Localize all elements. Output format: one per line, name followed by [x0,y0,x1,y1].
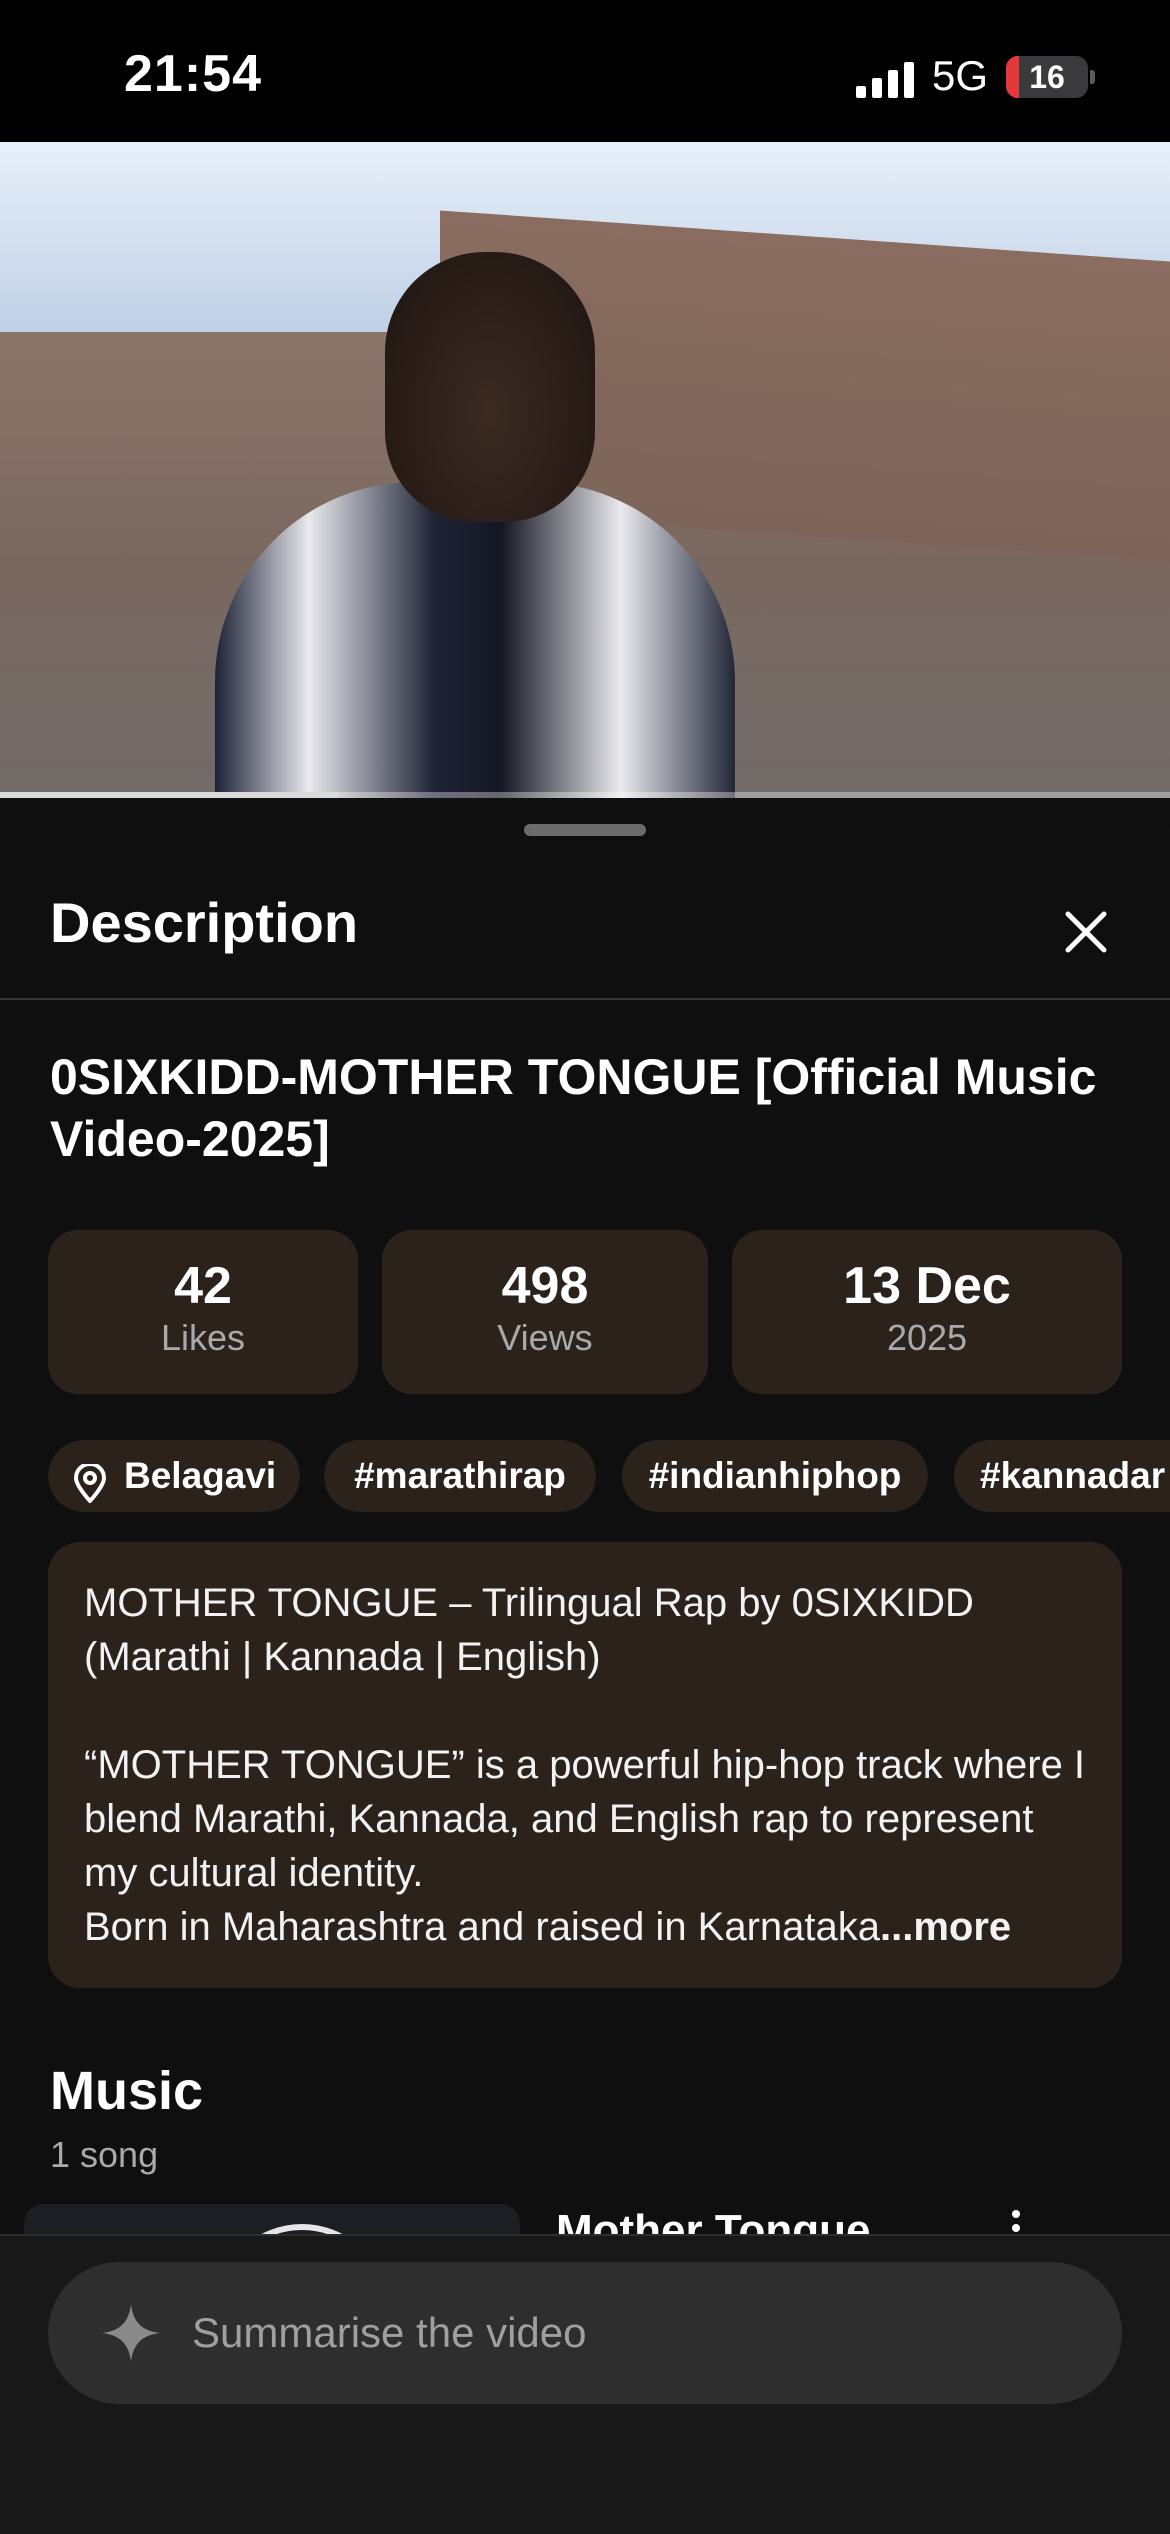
song-thumbnail[interactable] [24,2204,520,2234]
chip-hashtag-marathirap[interactable]: #marathirap [324,1440,596,1512]
chip-hashtag-indianhiphop[interactable]: #indianhiphop [622,1440,928,1512]
music-list: Mother Tongue [0,2200,1170,2234]
sheet-divider [0,998,1170,1000]
close-button[interactable] [1050,896,1122,968]
video-progress-bar[interactable] [0,792,1170,798]
battery-cap [1090,70,1095,84]
upload-year: 2025 [886,1317,968,1358]
likes-count: 42 [174,1257,232,1315]
chip-label: #indianhiphop [648,1455,902,1496]
status-time: 21:54 [124,45,262,103]
more-link[interactable]: ...more [880,1905,1011,1949]
cellular-signal-icon [856,60,916,98]
video-title: 0SIXKIDD-MOTHER TONGUE [Official Music V… [50,1049,1097,1167]
description-body: MOTHER TONGUE – Trilingual Rap by 0SIXKI… [84,1581,1086,1949]
video-player[interactable] [0,142,1170,798]
battery-icon: 16 [1006,56,1088,98]
network-type: 5G [932,52,989,99]
music-section-title: Music [50,2061,204,2121]
drag-handle[interactable] [524,824,646,836]
chip-location[interactable]: Belagavi [48,1440,300,1512]
video-progress-played [0,792,340,798]
date-stat: 13 Dec 2025 [732,1230,1122,1394]
more-options-icon[interactable] [1012,2210,1022,2234]
description-text: MOTHER TONGUE – Trilingual Rap by 0SIXKI… [84,1576,1094,1954]
chip-label: #marathirap [354,1455,566,1496]
status-bar: 21:54 5G 16 [0,0,1170,142]
sparkle-icon [100,2302,162,2369]
views-count: 498 [501,1257,589,1315]
description-box[interactable]: MOTHER TONGUE – Trilingual Rap by 0SIXKI… [48,1542,1122,1988]
chip-label: #kannadar [980,1455,1166,1496]
views-label: Views [497,1317,593,1358]
video-frame-person [215,482,735,798]
likes-stat: 42 Likes [48,1230,358,1394]
views-stat: 498 Views [382,1230,708,1394]
music-song-count: 1 song [50,2134,159,2175]
thumbnail-ring [216,2224,388,2234]
location-pin-icon [72,1456,108,1528]
chip-location-label: Belagavi [124,1455,277,1496]
upload-date: 13 Dec [843,1257,1011,1315]
song-title[interactable]: Mother Tongue [556,2206,870,2234]
video-frame-person-head [385,252,595,522]
chip-hashtag-kannadar[interactable]: #kannadar [954,1440,1170,1512]
close-icon [1065,911,1107,953]
summarise-button[interactable]: Summarise the video [48,2262,1122,2404]
sheet-title: Description [50,891,359,954]
battery-percentage: 16 [1029,59,1065,95]
likes-label: Likes [160,1317,246,1358]
summarise-label: Summarise the video [192,2309,587,2356]
